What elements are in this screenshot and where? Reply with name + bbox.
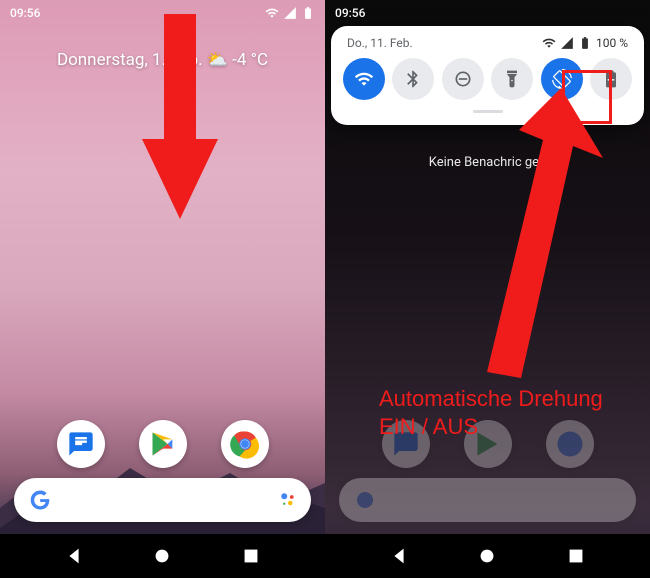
battery-icon	[301, 6, 315, 20]
wifi-icon	[265, 6, 279, 20]
wifi-icon	[542, 36, 556, 50]
battery-percentage: 100 %	[596, 36, 628, 50]
nav-back-button[interactable]	[388, 545, 410, 567]
nav-back-button[interactable]	[63, 545, 85, 567]
no-notifications-label: Keine Benachric gen	[325, 155, 650, 170]
qs-battery-saver-toggle[interactable]	[590, 58, 632, 100]
qs-flashlight-toggle[interactable]	[491, 58, 533, 100]
qs-dnd-toggle[interactable]	[442, 58, 484, 100]
nav-home-button[interactable]	[476, 545, 498, 567]
navigation-bar	[325, 534, 650, 578]
status-bar: 09:56	[325, 0, 650, 26]
statusbar-time: 09:56	[10, 6, 265, 20]
status-bar: 09:56	[0, 0, 325, 26]
signal-icon	[560, 36, 574, 50]
phone-home-screen: 09:56 Donnerstag, 1. Feb. ⛅ -4 °C	[0, 0, 325, 578]
google-search-bar[interactable]	[14, 478, 311, 522]
phone-quick-settings: 09:56 Do., 11. Feb. 100 %	[325, 0, 650, 578]
shade-drag-handle[interactable]	[473, 110, 503, 113]
signal-icon	[283, 6, 297, 20]
qs-wifi-toggle[interactable]	[343, 58, 385, 100]
date-weather-widget[interactable]: Donnerstag, 1. Feb. ⛅ -4 °C	[0, 50, 325, 70]
nav-recent-button[interactable]	[240, 545, 262, 567]
chrome-app-icon[interactable]	[221, 420, 269, 468]
battery-icon	[578, 36, 592, 50]
annotation-arrow-down-icon	[140, 14, 220, 224]
annotation-line1: Automatische Drehung	[379, 385, 603, 413]
annotation-line2: EIN / AUS	[379, 413, 603, 441]
shade-date: Do., 11. Feb.	[347, 36, 542, 50]
messages-app-icon[interactable]	[57, 420, 105, 468]
nav-recent-button[interactable]	[565, 545, 587, 567]
navigation-bar	[0, 534, 325, 578]
quick-settings-panel: Do., 11. Feb. 100 %	[331, 26, 644, 125]
qs-bluetooth-toggle[interactable]	[392, 58, 434, 100]
app-dock	[0, 420, 325, 468]
qs-auto-rotate-toggle[interactable]	[541, 58, 583, 100]
assistant-icon[interactable]	[279, 491, 297, 509]
annotation-label: Automatische Drehung EIN / AUS	[379, 385, 603, 440]
play-store-app-icon[interactable]	[139, 420, 187, 468]
google-logo-icon	[28, 488, 52, 512]
nav-home-button[interactable]	[151, 545, 173, 567]
quick-settings-row	[341, 58, 634, 100]
statusbar-time: 09:56	[335, 6, 640, 20]
